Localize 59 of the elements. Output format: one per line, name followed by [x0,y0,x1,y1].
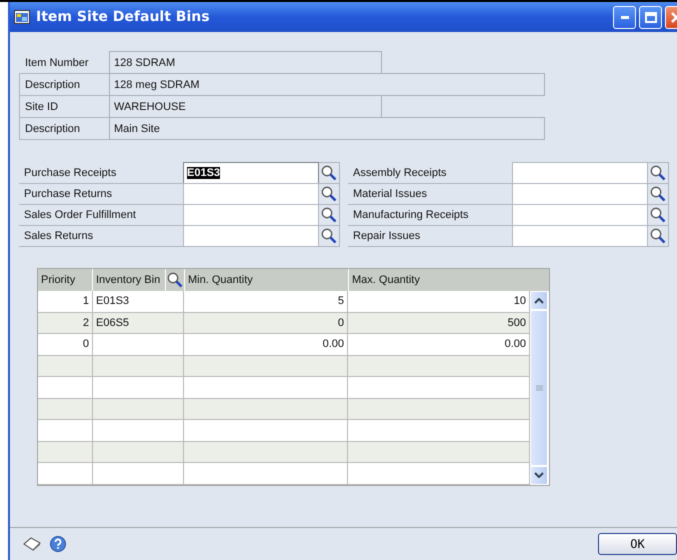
column-header: Max. Quantity [351,273,421,288]
field-value: 128 SDRAM [109,51,382,74]
minimize-icon [620,16,628,18]
bin-input-field[interactable] [183,204,319,226]
search-icon [321,165,337,181]
column-header: Inventory Bin [93,269,166,291]
column-header: Priority [38,269,93,291]
bin-input-field[interactable] [512,204,648,226]
table-cell: 0 [184,312,348,333]
bin-input-field[interactable] [183,183,319,205]
lookup-button[interactable] [319,225,340,247]
table-cell: 5 [184,291,348,312]
scroll-up-button[interactable] [530,291,548,310]
chevron-down-icon [534,472,544,478]
help-icon[interactable] [50,536,66,552]
search-icon [650,186,666,202]
maximize-button[interactable] [639,6,662,28]
lookup-button[interactable] [319,183,340,205]
field-value: WAREHOUSE [109,95,382,118]
chevron-up-icon [534,298,544,304]
window-icon [14,10,30,24]
bin-input-field[interactable] [183,225,319,247]
scroll-down-button[interactable] [530,466,548,484]
table-cell: 2 [38,312,93,333]
bin-input-field[interactable] [512,162,648,184]
table-cell: E06S5 [93,312,184,333]
lookup-button[interactable] [319,162,340,184]
table-cell: 0.00 [184,334,348,354]
scroll-thumb[interactable] [530,310,548,466]
window-title: Item Site Default Bins [36,9,210,25]
field-label: Item Number [24,56,90,70]
column-header: Min. Quantity [185,269,349,291]
lookup-button[interactable] [319,204,340,226]
search-icon [650,165,666,181]
note-icon[interactable] [22,536,42,552]
field-value: 128 meg SDRAM [109,73,545,96]
maximize-icon [644,12,656,22]
table-cell: 0 [38,334,93,354]
lookup-button[interactable] [648,204,669,226]
search-icon [167,272,183,288]
search-icon [321,228,337,244]
minimize-button[interactable] [613,6,636,28]
bin-input-field[interactable]: E01S3 [183,162,319,184]
lookup-button[interactable] [648,183,669,205]
table-cell: E01S3 [93,291,184,312]
grip-icon [536,384,542,391]
bin-input-field[interactable] [512,225,648,247]
table-cell: 1 [38,291,93,312]
lookup-button[interactable] [648,162,669,184]
field-value: Main Site [109,117,545,140]
field-label: Description [19,117,109,140]
field-label: Description [19,73,109,96]
bin-input-field[interactable] [512,183,648,205]
search-icon [650,207,666,223]
lookup-button[interactable] [648,225,669,247]
search-icon [321,186,337,202]
ok-button[interactable]: OK [598,533,677,555]
search-icon [650,228,666,244]
search-icon [321,207,337,223]
